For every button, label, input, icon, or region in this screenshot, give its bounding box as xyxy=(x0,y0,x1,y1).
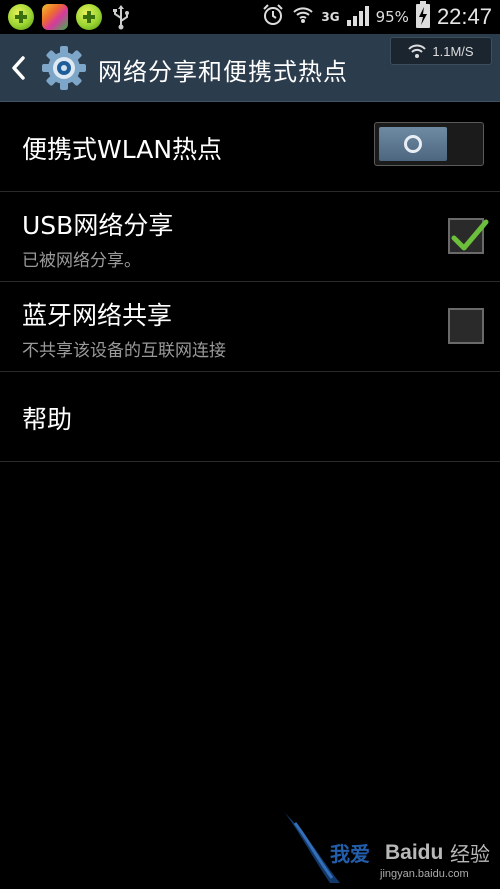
battery-charging-icon xyxy=(415,1,431,33)
settings-list: 便携式WLAN热点 USB网络分享 已被网络分享。 蓝牙网络共享 不共享该设备的… xyxy=(0,102,500,462)
watermark-brand: Baidu xyxy=(385,841,444,864)
watermark-url: jingyan.baidu.com xyxy=(380,868,469,880)
baidu-jingyan-watermark: 我爱 Baidu 经验 jingyan.baidu.com xyxy=(280,808,500,889)
green-app-icon xyxy=(76,4,102,30)
usb-icon xyxy=(110,4,132,30)
wlan-hotspot-title: 便携式WLAN热点 xyxy=(22,135,223,164)
watermark-text: 我爱 xyxy=(330,842,370,866)
bluetooth-tethering-subtitle: 不共享该设备的互联网连接 xyxy=(22,341,226,361)
wlan-hotspot-toggle[interactable] xyxy=(374,122,484,166)
bluetooth-tethering-title: 蓝牙网络共享 xyxy=(22,301,173,330)
wifi-icon xyxy=(408,44,427,58)
alarm-icon xyxy=(261,3,285,31)
usb-tethering-checkbox[interactable] xyxy=(448,218,489,254)
page-title: 网络分享和便携式热点 xyxy=(98,58,348,86)
usb-tethering-subtitle: 已被网络分享。 xyxy=(22,251,141,271)
multicolor-app-icon xyxy=(42,4,68,30)
back-arrow-icon[interactable] xyxy=(10,56,26,80)
wlan-hotspot-row[interactable]: 便携式WLAN热点 xyxy=(0,102,500,192)
system-indicators: 3G 95% 22:47 xyxy=(261,1,492,33)
help-row[interactable]: 帮助 xyxy=(0,372,500,462)
checkmark-icon xyxy=(451,219,489,251)
action-bar: 网络分享和便携式热点 1.1M/S xyxy=(0,34,500,102)
battery-percent: 95% xyxy=(375,8,409,26)
watermark-text-2: 经验 xyxy=(450,842,490,866)
status-bar: 3G 95% 22:47 xyxy=(0,0,500,34)
usb-tethering-row[interactable]: USB网络分享 已被网络分享。 xyxy=(0,192,500,282)
network-type-label: 3G xyxy=(321,10,340,24)
usb-tethering-title: USB网络分享 xyxy=(22,211,174,240)
help-title: 帮助 xyxy=(22,405,73,434)
settings-gear-icon[interactable] xyxy=(40,44,88,92)
network-speed-indicator: 1.1M/S xyxy=(390,37,492,65)
network-speed-text: 1.1M/S xyxy=(432,43,474,59)
bluetooth-tethering-row[interactable]: 蓝牙网络共享 不共享该设备的互联网连接 xyxy=(0,282,500,372)
wifi-hotspot-icon xyxy=(291,3,315,31)
toggle-knob xyxy=(379,127,447,161)
signal-icon xyxy=(346,4,370,30)
clock: 22:47 xyxy=(436,4,492,29)
bluetooth-tethering-checkbox[interactable] xyxy=(448,308,484,344)
notification-icons xyxy=(8,3,132,31)
green-app-icon xyxy=(8,4,34,30)
